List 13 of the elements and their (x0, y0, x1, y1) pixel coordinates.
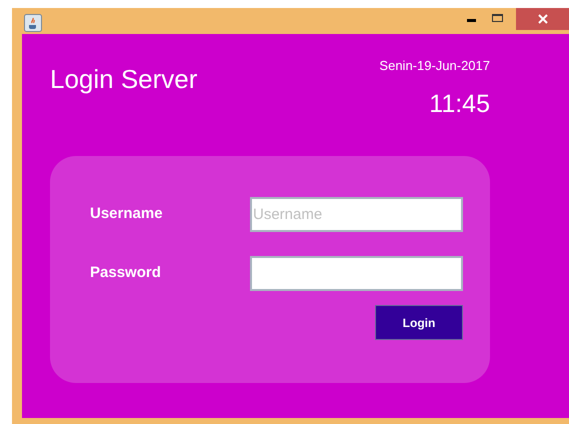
date-label: Senin-19-Jun-2017 (379, 57, 490, 75)
app-title: Login Server (50, 63, 198, 96)
time-label: 11:45 (429, 88, 490, 120)
field-label: Password (90, 263, 161, 284)
minimize-icon (466, 19, 476, 22)
close-icon (538, 14, 548, 24)
input-field[interactable] (250, 256, 463, 291)
field-label: Username (90, 204, 163, 224)
input-field[interactable]: Username (250, 197, 463, 232)
close-button[interactable] (516, 8, 569, 30)
coffee-cup-icon (24, 14, 42, 32)
maximize-icon (492, 14, 502, 22)
login-button[interactable]: Login (375, 305, 463, 340)
